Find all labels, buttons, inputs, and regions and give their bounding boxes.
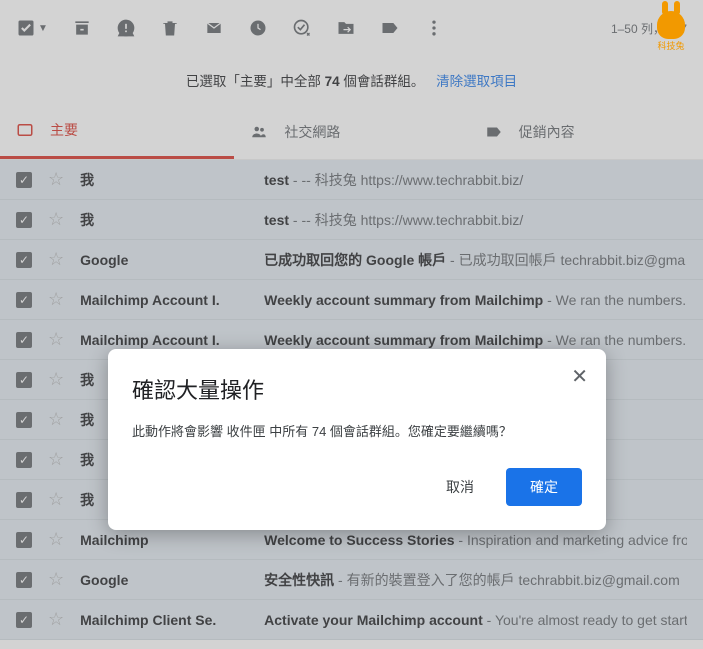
subject-line: test - -- 科技兔 https://www.techrabbit.biz… [264, 170, 687, 190]
star-icon[interactable]: ☆ [48, 329, 64, 350]
sender: 我 [80, 170, 248, 190]
row-checkbox[interactable]: ✓ [16, 372, 32, 388]
tab-primary[interactable]: 主要 [0, 104, 234, 159]
label-icon[interactable] [380, 18, 400, 38]
dialog-title: 確認大量操作 [132, 373, 582, 405]
subject-line: Weekly account summary from Mailchimp - … [264, 332, 687, 348]
tag-icon [485, 123, 503, 141]
delete-icon[interactable] [160, 18, 180, 38]
email-row[interactable]: ✓ ☆ Google 安全性快訊 - 有新的裝置登入了您的帳戶 techrabbit.… [0, 560, 703, 600]
category-tabs: 主要 社交網路 促銷內容 [0, 104, 703, 160]
select-all-checkbox[interactable]: ▼ [16, 18, 48, 38]
star-icon[interactable]: ☆ [48, 449, 64, 470]
subject-line: Welcome to Success Stories - Inspiration… [264, 532, 687, 548]
row-checkbox[interactable]: ✓ [16, 452, 32, 468]
mark-unread-icon[interactable] [204, 18, 224, 38]
row-checkbox[interactable]: ✓ [16, 612, 32, 628]
dialog-actions: 取消 確定 [132, 468, 582, 506]
spam-icon[interactable] [116, 18, 136, 38]
toolbar: ▼ 1–50 列，共 7 [0, 0, 703, 56]
star-icon[interactable]: ☆ [48, 209, 64, 230]
star-icon[interactable]: ☆ [48, 529, 64, 550]
tab-label: 主要 [50, 120, 78, 140]
move-icon[interactable] [336, 18, 356, 38]
sender: Google [80, 572, 248, 588]
star-icon[interactable]: ☆ [48, 249, 64, 270]
tab-label: 促銷內容 [519, 122, 575, 142]
bunny-icon [657, 11, 685, 39]
row-checkbox[interactable]: ✓ [16, 532, 32, 548]
cancel-button[interactable]: 取消 [422, 468, 498, 506]
sender: Mailchimp Client Se. [80, 612, 248, 628]
star-icon[interactable]: ☆ [48, 169, 64, 190]
archive-icon[interactable] [72, 18, 92, 38]
selection-banner: 已選取「主要」中全部 74 個會話群組。 清除選取項目 [0, 56, 703, 104]
close-icon[interactable]: ✕ [571, 367, 588, 387]
brand-logo: 科技兔 [651, 6, 691, 56]
star-icon[interactable]: ☆ [48, 409, 64, 430]
dialog-body: 此動作將會影響 收件匣 中所有 74 個會話群組。您確定要繼續嗎？ [132, 421, 582, 440]
banner-text-prefix: 已選取「主要」中全部 [186, 74, 325, 89]
row-checkbox[interactable]: ✓ [16, 412, 32, 428]
row-checkbox[interactable]: ✓ [16, 492, 32, 508]
email-row[interactable]: ✓ ☆ Google 已成功取回您的 Google 帳戶 - 已成功取回帳戶 tech… [0, 240, 703, 280]
sender: Google [80, 252, 248, 268]
toolbar-actions: ▼ [16, 18, 444, 38]
row-checkbox[interactable]: ✓ [16, 292, 32, 308]
email-row[interactable]: ✓ ☆ Mailchimp Client Se. Activate your Mail… [0, 600, 703, 640]
subject-line: 安全性快訊 - 有新的裝置登入了您的帳戶 techrabbit.biz@gmai… [264, 570, 687, 590]
row-checkbox[interactable]: ✓ [16, 212, 32, 228]
people-icon [250, 123, 268, 141]
banner-count: 74 [325, 74, 340, 89]
confirm-dialog: ✕ 確認大量操作 此動作將會影響 收件匣 中所有 74 個會話群組。您確定要繼續… [108, 349, 606, 530]
tab-promotions[interactable]: 促銷內容 [469, 104, 703, 159]
banner-text-suffix: 個會話群組。 [340, 74, 425, 89]
star-icon[interactable]: ☆ [48, 609, 64, 630]
subject-line: Weekly account summary from Mailchimp - … [264, 292, 687, 308]
star-icon[interactable]: ☆ [48, 289, 64, 310]
sender: 我 [80, 210, 248, 230]
row-checkbox[interactable]: ✓ [16, 252, 32, 268]
email-row[interactable]: ✓ ☆ 我 test - -- 科技兔 https://www.techrabbit.… [0, 200, 703, 240]
more-icon[interactable] [424, 18, 444, 38]
inbox-icon [16, 121, 34, 139]
brand-text: 科技兔 [657, 39, 684, 52]
email-row[interactable]: ✓ ☆ Mailchimp Account I. Weekly account sum… [0, 280, 703, 320]
sender: Mailchimp Account I. [80, 332, 248, 348]
confirm-button[interactable]: 確定 [506, 468, 582, 506]
subject-line: Activate your Mailchimp account - You're… [264, 612, 687, 628]
subject-line: test - -- 科技兔 https://www.techrabbit.biz… [264, 210, 687, 230]
star-icon[interactable]: ☆ [48, 489, 64, 510]
row-checkbox[interactable]: ✓ [16, 572, 32, 588]
clear-selection-link[interactable]: 清除選取項目 [436, 74, 517, 89]
email-row[interactable]: ✓ ☆ 我 test - -- 科技兔 https://www.techrabbit.… [0, 160, 703, 200]
row-checkbox[interactable]: ✓ [16, 172, 32, 188]
tab-social[interactable]: 社交網路 [234, 104, 468, 159]
snooze-icon[interactable] [248, 18, 268, 38]
star-icon[interactable]: ☆ [48, 369, 64, 390]
star-icon[interactable]: ☆ [48, 569, 64, 590]
row-checkbox[interactable]: ✓ [16, 332, 32, 348]
chevron-down-icon: ▼ [38, 23, 48, 34]
sender: Mailchimp [80, 532, 248, 548]
sender: Mailchimp Account I. [80, 292, 248, 308]
add-task-icon[interactable] [292, 18, 312, 38]
subject-line: 已成功取回您的 Google 帳戶 - 已成功取回帳戶 techrabbit.b… [264, 250, 687, 270]
tab-label: 社交網路 [284, 122, 340, 142]
